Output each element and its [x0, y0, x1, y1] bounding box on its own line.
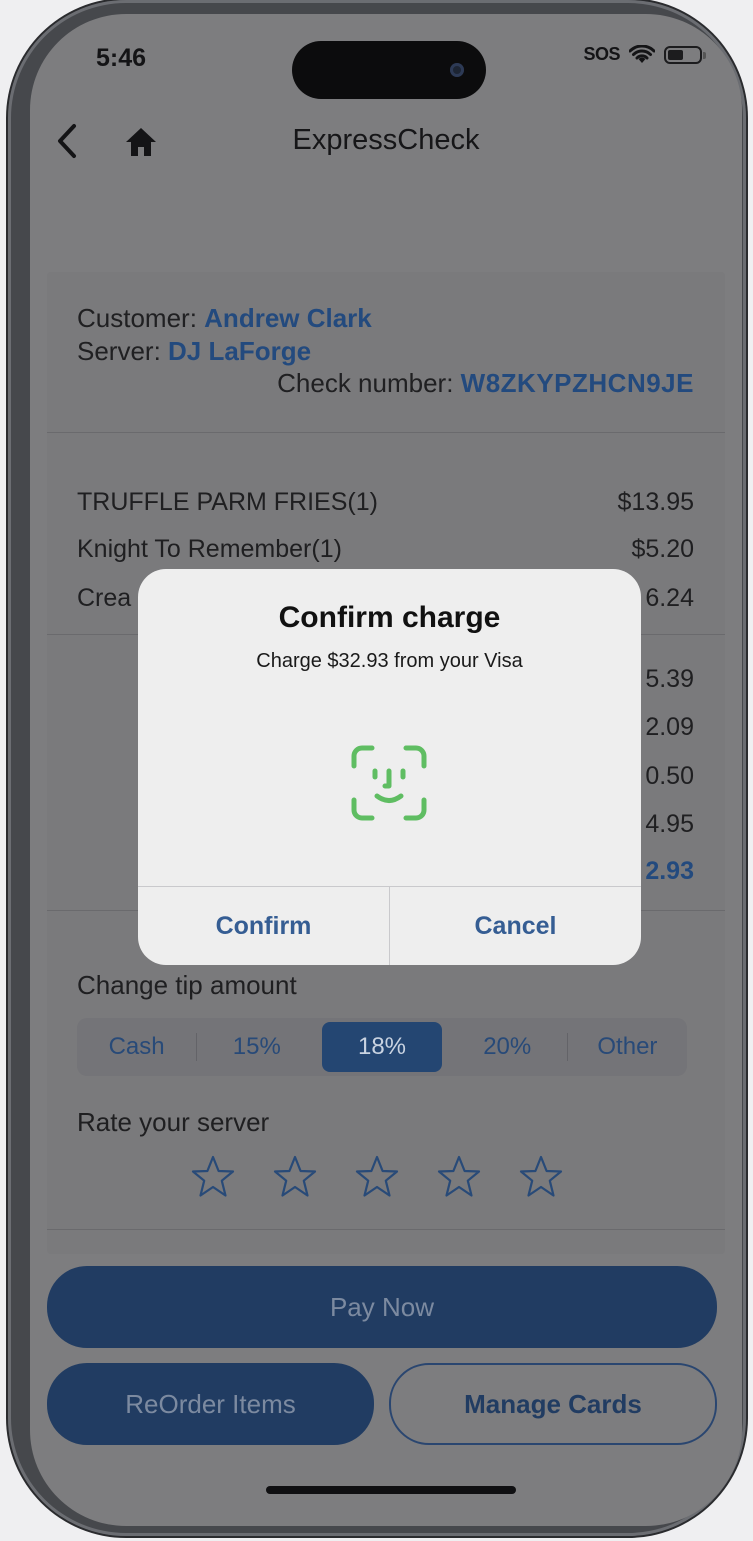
- cancel-button[interactable]: Cancel: [390, 887, 641, 965]
- page-title: ExpressCheck: [292, 124, 480, 156]
- app-screen: 5:46 SOS ExpressCheck Customer: Andrew C…: [30, 14, 742, 1526]
- star-icon[interactable]: [190, 1154, 236, 1200]
- item-name: Crea: [77, 584, 132, 612]
- item-amount: $13.95: [617, 488, 694, 516]
- star-icon[interactable]: [436, 1154, 482, 1200]
- nav-bar: ExpressCheck: [30, 106, 742, 176]
- line-item: Knight To Remember(1) $5.20: [77, 535, 694, 564]
- total-amount: 5.39: [645, 665, 694, 693]
- item-name: Knight To Remember(1): [77, 535, 342, 563]
- battery-icon: [664, 45, 706, 64]
- grand-total-amount: 2.93: [645, 857, 694, 885]
- status-time: 5:46: [96, 44, 147, 72]
- customer-row: Customer: Andrew Clark: [77, 302, 372, 335]
- tip-option-18-selected[interactable]: 18%: [322, 1022, 442, 1072]
- total-amount: 2.09: [645, 713, 694, 741]
- server-label: Server:: [77, 336, 169, 366]
- check-number: W8ZKYPZHCN9JE: [460, 368, 694, 398]
- line-item: TRUFFLE PARM FRIES(1) $13.95: [77, 488, 694, 517]
- tip-label: Change tip amount: [77, 970, 297, 1000]
- face-id-icon: [351, 745, 427, 821]
- check-number-row: Check number: W8ZKYPZHCN9JE: [277, 368, 694, 399]
- divider: [47, 432, 725, 433]
- divider: [47, 1229, 725, 1230]
- wifi-icon: [629, 44, 655, 63]
- customer-name: Andrew Clark: [204, 303, 372, 333]
- item-amount: $5.20: [631, 535, 694, 563]
- star-rating: [190, 1154, 564, 1200]
- tip-selector: Cash 15% 18% 20% Other: [77, 1018, 687, 1076]
- tip-option-15[interactable]: 15%: [197, 1018, 316, 1076]
- manage-cards-button[interactable]: Manage Cards: [389, 1363, 717, 1445]
- tip-option-20[interactable]: 20%: [448, 1018, 567, 1076]
- dialog-actions: Confirm Cancel: [138, 886, 641, 965]
- dialog-title: Confirm charge: [278, 601, 501, 634]
- server-name: DJ LaForge: [168, 336, 312, 366]
- total-amount: 0.50: [645, 762, 694, 790]
- check-info: Customer: Andrew Clark Server: DJ LaForg…: [77, 302, 372, 368]
- status-icons: SOS: [583, 44, 706, 65]
- check-number-label: Check number:: [277, 368, 461, 398]
- sos-indicator: SOS: [583, 44, 620, 64]
- pay-now-button[interactable]: Pay Now: [47, 1266, 717, 1348]
- tip-option-cash[interactable]: Cash: [77, 1018, 196, 1076]
- rate-label: Rate your server: [77, 1107, 270, 1137]
- star-icon[interactable]: [354, 1154, 400, 1200]
- phone-frame: 5:46 SOS ExpressCheck Customer: Andrew C…: [8, 0, 746, 1536]
- reorder-items-button[interactable]: ReOrder Items: [47, 1363, 374, 1445]
- dynamic-island: [292, 41, 486, 99]
- confirm-charge-dialog: Confirm charge Charge $32.93 from your V…: [138, 569, 641, 965]
- star-icon[interactable]: [272, 1154, 318, 1200]
- dialog-message: Charge $32.93 from your Visa: [256, 650, 523, 672]
- confirm-button[interactable]: Confirm: [138, 887, 389, 965]
- server-row: Server: DJ LaForge: [77, 335, 372, 368]
- total-amount: 4.95: [645, 810, 694, 838]
- item-amount: 6.24: [645, 584, 694, 612]
- home-indicator[interactable]: [266, 1486, 516, 1494]
- item-name: TRUFFLE PARM FRIES(1): [77, 488, 378, 516]
- camera-icon: [450, 63, 464, 77]
- star-icon[interactable]: [518, 1154, 564, 1200]
- customer-label: Customer:: [77, 303, 205, 333]
- tip-option-other[interactable]: Other: [568, 1018, 687, 1076]
